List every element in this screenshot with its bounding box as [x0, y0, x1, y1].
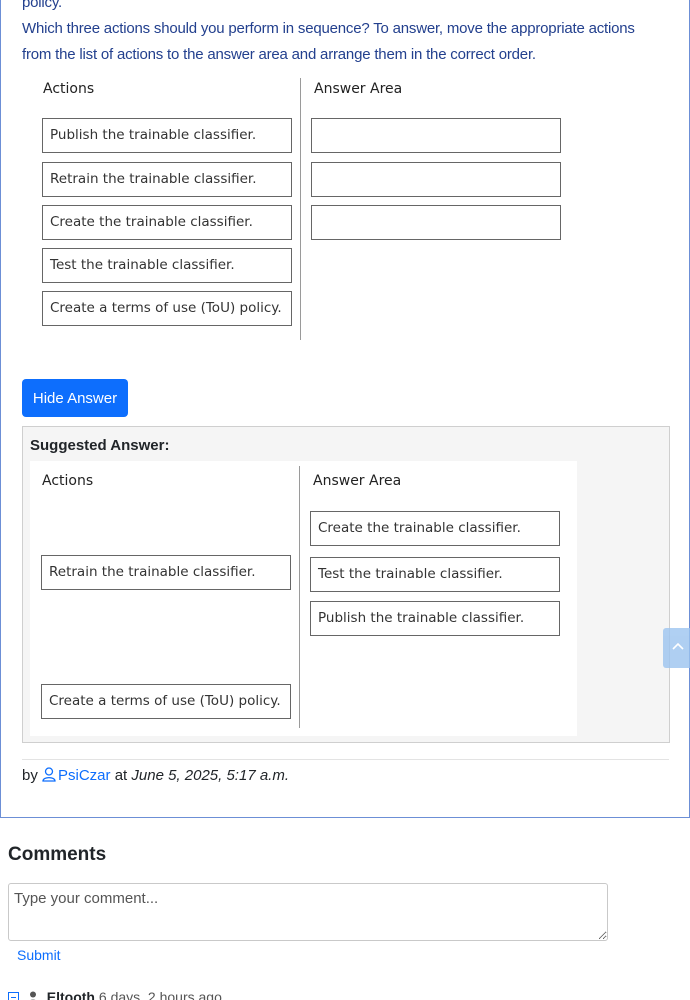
byline-at: at: [114, 767, 128, 784]
comment-header: Eltooth 6 days, 2 hours ago: [8, 989, 222, 1000]
comment-time: 6 days, 2 hours ago: [98, 989, 222, 1000]
suggested-answer-title: Suggested Answer:: [30, 437, 170, 454]
column-divider: [300, 78, 301, 340]
user-icon: [29, 991, 36, 1000]
author-name[interactable]: PsiCzar: [58, 767, 111, 784]
question-text-body: Which three actions should you perform i…: [22, 20, 635, 63]
action-item[interactable]: Retrain the trainable classifier.: [42, 162, 292, 197]
answer-item: Create the trainable classifier.: [310, 511, 560, 546]
chevron-up-icon: [672, 642, 684, 650]
user-icon: [42, 767, 56, 782]
answer-item: Test the trainable classifier.: [310, 557, 560, 592]
byline: by PsiCzar at June 5, 2025, 5:17 a.m.: [22, 767, 289, 784]
suggested-answer-panel: Suggested Answer: Actions Answer Area Re…: [22, 426, 670, 743]
byline-by: by: [22, 767, 38, 784]
comment-author[interactable]: Eltooth: [47, 989, 95, 1000]
action-item[interactable]: Publish the trainable classifier.: [42, 118, 292, 153]
collapse-icon[interactable]: [8, 992, 19, 1000]
author-link[interactable]: PsiCzar: [42, 767, 115, 784]
scroll-to-top-button[interactable]: [663, 628, 690, 668]
answer-slot[interactable]: [311, 162, 561, 197]
action-item: Create a terms of use (ToU) policy.: [41, 684, 291, 719]
question-card: policy. Which three actions should you p…: [0, 0, 690, 818]
question-text: policy. Which three actions should you p…: [22, 0, 667, 68]
suggested-dragdrop-image: Actions Answer Area Retrain the trainabl…: [30, 461, 577, 736]
answer-item: Publish the trainable classifier.: [310, 601, 560, 636]
column-divider: [299, 466, 300, 728]
action-item[interactable]: Test the trainable classifier.: [42, 248, 292, 283]
comments-heading: Comments: [8, 844, 107, 865]
question-dragdrop-image: Actions Answer Area Publish the trainabl…: [31, 78, 571, 346]
action-item: Retrain the trainable classifier.: [41, 555, 291, 590]
answer-area-title: Answer Area: [313, 473, 402, 489]
answer-area-title: Answer Area: [314, 81, 403, 97]
question-text-line0: policy.: [22, 0, 63, 11]
comment-input[interactable]: [8, 883, 608, 941]
divider: [22, 759, 669, 760]
action-item[interactable]: Create the trainable classifier.: [42, 205, 292, 240]
answer-slot[interactable]: [311, 118, 561, 153]
answer-slot[interactable]: [311, 205, 561, 240]
post-date: June 5, 2025, 5:17 a.m.: [131, 767, 290, 784]
actions-title: Actions: [43, 81, 95, 97]
action-item[interactable]: Create a terms of use (ToU) policy.: [42, 291, 292, 326]
hide-answer-button[interactable]: Hide Answer: [22, 379, 128, 417]
submit-button[interactable]: Submit: [17, 947, 61, 963]
actions-title: Actions: [42, 473, 94, 489]
